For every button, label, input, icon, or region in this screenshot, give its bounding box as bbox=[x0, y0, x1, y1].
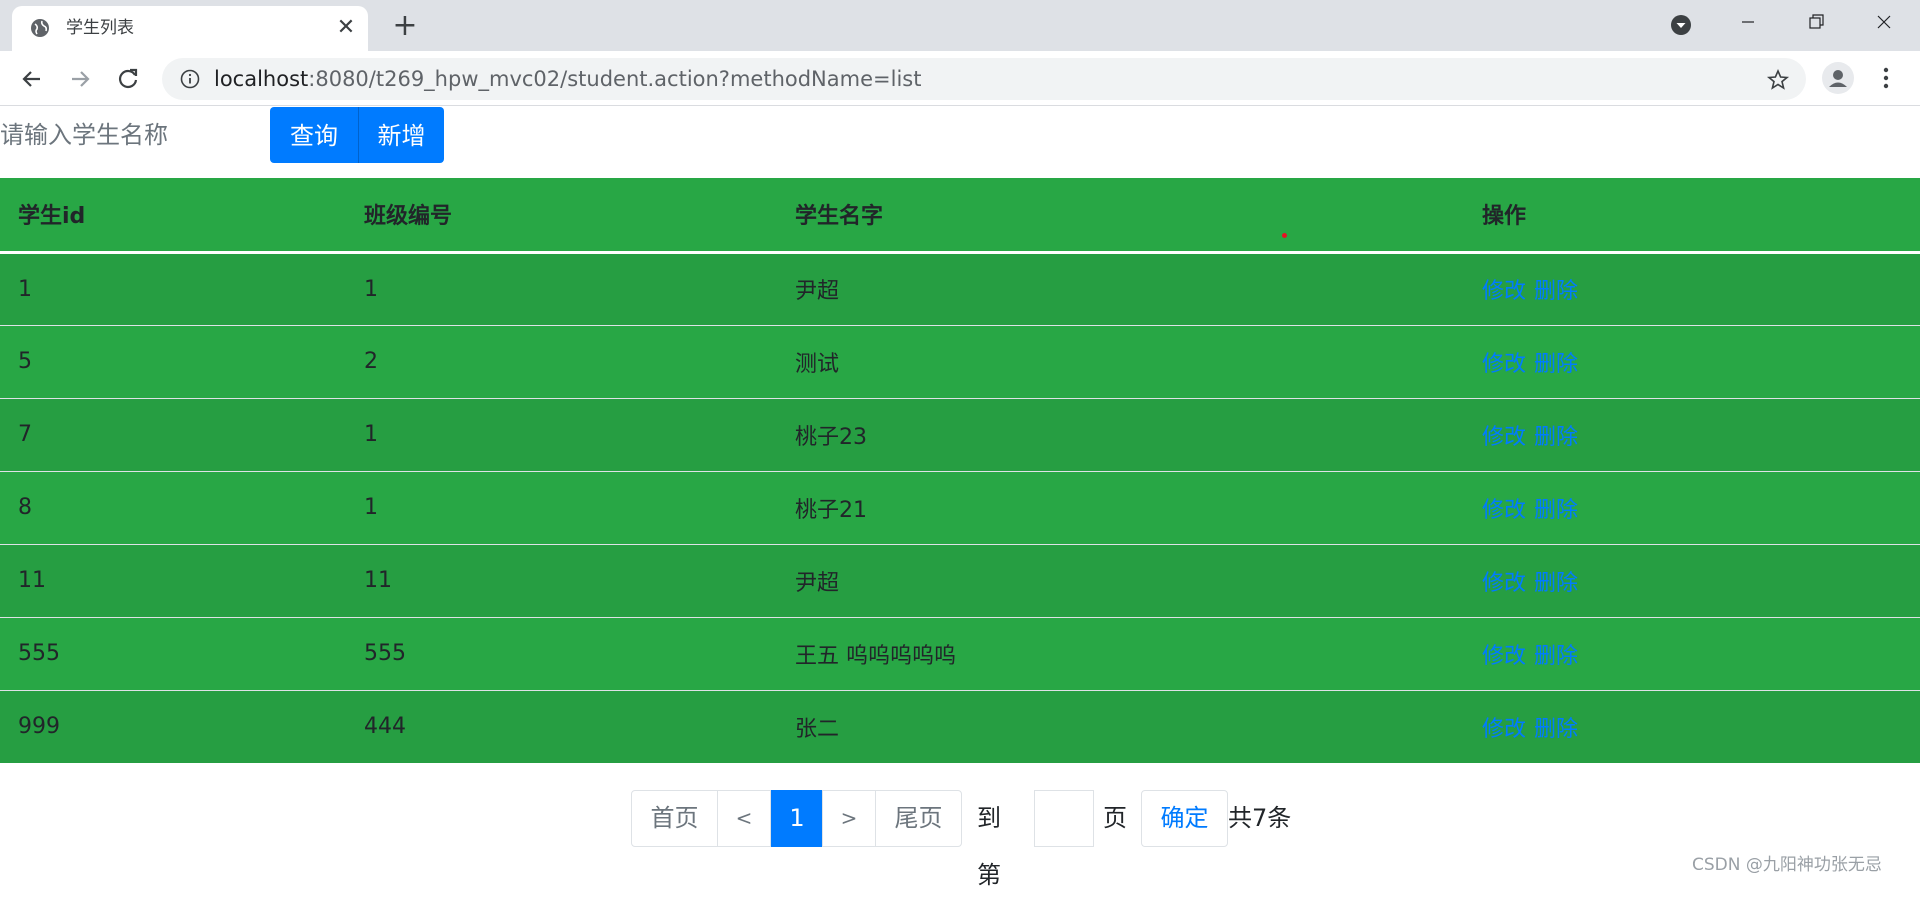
edit-link[interactable]: 修改 bbox=[1482, 425, 1526, 450]
cell-student-id: 1 bbox=[0, 251, 346, 325]
arrow-left-icon[interactable] bbox=[18, 65, 46, 93]
cell-student-name: 桃子21 bbox=[777, 470, 1464, 544]
table-row: 5 2 测试 修改 删除 bbox=[0, 324, 1920, 398]
cell-actions: 修改 删除 bbox=[1464, 470, 1920, 544]
cell-actions: 修改 删除 bbox=[1464, 397, 1920, 471]
chevron-down-circle-icon[interactable] bbox=[1670, 14, 1692, 36]
goto-label: 到第 bbox=[977, 804, 1001, 889]
browser-tab[interactable]: 学生列表 ✕ bbox=[12, 6, 368, 51]
cell-student-name: 桃子23 bbox=[777, 397, 1464, 471]
table-row: 7 1 桃子23 修改 删除 bbox=[0, 397, 1920, 471]
student-table: 学生id 班级编号 学生名字 操作 1 1 尹超 修改 删除 5 2 测试 修改删… bbox=[0, 178, 1920, 763]
cell-student-id: 5 bbox=[0, 324, 346, 398]
url-text[interactable]: localhost:8080/t269_hpw_mvc02/student.ac… bbox=[214, 68, 921, 90]
table-row: 8 1 桃子21 修改 删除 bbox=[0, 470, 1920, 544]
cell-student-name: 王五 呜呜呜呜呜 bbox=[777, 616, 1464, 690]
cell-class-no: 11 bbox=[346, 543, 777, 617]
cell-student-name: 尹超 bbox=[777, 251, 1464, 325]
cell-student-id: 7 bbox=[0, 397, 346, 471]
cell-student-name: 张二 bbox=[777, 689, 1464, 763]
first-page-button[interactable]: 首页 bbox=[631, 790, 718, 847]
cell-class-no: 2 bbox=[346, 324, 777, 398]
header-class-no: 班级编号 bbox=[346, 178, 777, 254]
delete-link[interactable]: 删除 bbox=[1534, 644, 1578, 669]
window-close-icon[interactable] bbox=[1856, 0, 1912, 44]
plus-icon[interactable]: + bbox=[390, 11, 420, 42]
delete-link[interactable]: 删除 bbox=[1534, 571, 1578, 596]
cell-student-id: 999 bbox=[0, 689, 346, 763]
table-header-row: 学生id 班级编号 学生名字 操作 bbox=[0, 178, 1920, 254]
add-button[interactable]: 新增 bbox=[358, 107, 444, 163]
last-page-button[interactable]: 尾页 bbox=[875, 790, 962, 847]
tab-title: 学生列表 bbox=[66, 18, 134, 38]
edit-link[interactable]: 修改 bbox=[1482, 352, 1526, 377]
arrow-right-icon[interactable] bbox=[66, 65, 94, 93]
table-row: 999 444 张二 修改 删除 bbox=[0, 689, 1920, 763]
cell-student-id: 555 bbox=[0, 616, 346, 690]
browser-toolbar: localhost:8080/t269_hpw_mvc02/student.ac… bbox=[0, 51, 1920, 106]
edit-link[interactable]: 修改 bbox=[1482, 279, 1526, 304]
header-actions: 操作 bbox=[1464, 178, 1920, 254]
globe-icon bbox=[31, 19, 49, 37]
table-row: 1 1 尹超 修改 删除 bbox=[0, 251, 1920, 325]
total-count: 共7条 bbox=[1228, 804, 1292, 832]
url-host: localhost bbox=[214, 67, 309, 91]
search-input[interactable] bbox=[0, 107, 270, 163]
delete-link[interactable]: 删除 bbox=[1534, 717, 1578, 742]
edit-link[interactable]: 修改 bbox=[1482, 498, 1526, 523]
next-page-button[interactable]: > bbox=[822, 790, 876, 847]
delete-link[interactable]: 删除 bbox=[1534, 279, 1578, 304]
cell-student-id: 11 bbox=[0, 543, 346, 617]
cursor-dot bbox=[1282, 233, 1287, 238]
cell-student-name: 尹超 bbox=[777, 543, 1464, 617]
prev-page-button[interactable]: < bbox=[717, 790, 771, 847]
info-icon[interactable] bbox=[180, 69, 200, 89]
header-student-name: 学生名字 bbox=[777, 178, 1464, 254]
page-label: 页 bbox=[1103, 804, 1127, 832]
page-number-input[interactable] bbox=[1034, 790, 1094, 847]
cell-class-no: 1 bbox=[346, 470, 777, 544]
cell-class-no: 1 bbox=[346, 397, 777, 471]
cell-class-no: 1 bbox=[346, 251, 777, 325]
table-row: 11 11 尹超 修改 删除 bbox=[0, 543, 1920, 617]
cell-actions: 修改 删除 bbox=[1464, 251, 1920, 325]
cell-student-id: 8 bbox=[0, 470, 346, 544]
more-vertical-icon[interactable] bbox=[1874, 64, 1898, 92]
edit-link[interactable]: 修改 bbox=[1482, 644, 1526, 669]
edit-link[interactable]: 修改 bbox=[1482, 571, 1526, 596]
table-row: 555 555 王五 呜呜呜呜呜 修改 删除 bbox=[0, 616, 1920, 690]
query-button[interactable]: 查询 bbox=[270, 107, 358, 163]
edit-link[interactable]: 修改 bbox=[1482, 717, 1526, 742]
star-icon[interactable] bbox=[1766, 68, 1790, 92]
cell-student-name: 测试 bbox=[777, 324, 1464, 398]
delete-link[interactable]: 删除 bbox=[1534, 425, 1578, 450]
browser-tabstrip: 学生列表 ✕ + bbox=[0, 0, 1920, 51]
delete-link[interactable]: 删除 bbox=[1534, 352, 1578, 377]
avatar-icon[interactable] bbox=[1822, 62, 1854, 94]
header-student-id: 学生id bbox=[0, 178, 346, 254]
minimize-icon[interactable] bbox=[1720, 0, 1776, 44]
cell-class-no: 555 bbox=[346, 616, 777, 690]
current-page-button[interactable]: 1 bbox=[771, 790, 823, 847]
cell-actions: 修改 删除 bbox=[1464, 616, 1920, 690]
confirm-button[interactable]: 确定 bbox=[1141, 790, 1228, 847]
restore-icon[interactable] bbox=[1788, 0, 1844, 44]
url-path: :8080/t269_hpw_mvc02/student.action?meth… bbox=[308, 67, 922, 91]
cell-actions: 修改 删除 bbox=[1464, 324, 1920, 398]
cell-actions: 修改 删除 bbox=[1464, 689, 1920, 763]
close-icon[interactable]: ✕ bbox=[334, 16, 358, 40]
cell-class-no: 444 bbox=[346, 689, 777, 763]
watermark: CSDN @九阳神功张无忌 bbox=[1692, 855, 1882, 875]
reload-icon[interactable] bbox=[114, 65, 142, 93]
search-form: 查询 新增 bbox=[0, 107, 1920, 163]
delete-link[interactable]: 删除 bbox=[1534, 498, 1578, 523]
cell-actions: 修改 删除 bbox=[1464, 543, 1920, 617]
address-bar[interactable]: localhost:8080/t269_hpw_mvc02/student.ac… bbox=[162, 58, 1806, 100]
